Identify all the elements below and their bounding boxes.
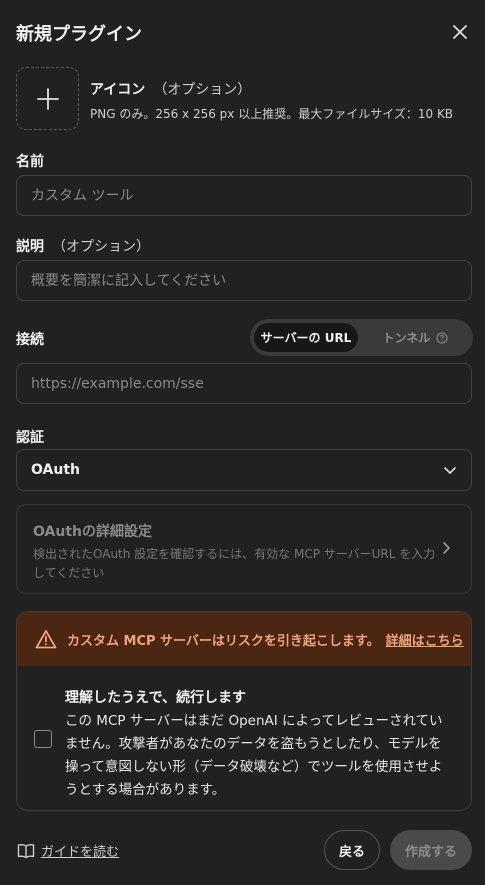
close-icon: [453, 25, 467, 39]
icon-hint: PNG のみ。256 x 256 px 以上推奨。最大ファイルサイズ：10 KB: [90, 107, 454, 121]
back-button[interactable]: 戻る: [324, 830, 380, 870]
risk-warning-banner: カスタム MCP サーバーはリスクを引き起こします。 詳細はこちら: [17, 612, 471, 666]
oauth-advanced-settings[interactable]: OAuthの詳細設定 検出されたOAuth 設定を確認するには、有効な MCP …: [16, 504, 472, 594]
auth-select[interactable]: OAuth: [16, 449, 472, 491]
connection-label: 接続: [16, 332, 44, 348]
oauth-settings-description: 検出されたOAuth 設定を確認するには、有効な MCP サーバーURL を入力…: [33, 547, 436, 580]
acknowledge-title: 理解したうえで、続行します: [65, 690, 247, 706]
icon-label: アイコン: [90, 82, 146, 98]
read-guide-label: ガイドを読む: [41, 845, 120, 860]
close-button[interactable]: [448, 20, 472, 44]
chevron-right-icon: [443, 542, 450, 554]
plus-icon: [36, 87, 59, 110]
tunnel-option[interactable]: トンネル: [362, 323, 469, 352]
auth-select-value: OAuth: [31, 462, 80, 478]
description-optional-label: （オプション）: [52, 239, 150, 255]
book-icon: [17, 843, 35, 858]
dialog-title: 新規プラグイン: [16, 24, 142, 45]
name-label: 名前: [16, 154, 44, 170]
description-heading: 説明 （オプション）: [16, 236, 150, 256]
read-guide-link[interactable]: ガイドを読む: [17, 841, 119, 860]
risk-warning-panel: カスタム MCP サーバーはリスクを引き起こします。 詳細はこちら 理解したうえ…: [16, 611, 472, 811]
server-url-option-label: サーバーの URL: [260, 331, 352, 345]
create-button[interactable]: 作成する: [390, 830, 472, 870]
icon-upload-button[interactable]: [16, 67, 79, 130]
acknowledge-description: この MCP サーバーはまだ OpenAI によってレビューされていません。攻撃…: [65, 713, 443, 798]
oauth-settings-title: OAuthの詳細設定: [33, 524, 152, 540]
chevron-down-icon: [444, 467, 456, 474]
icon-heading: アイコン （オプション）: [90, 79, 251, 99]
name-input[interactable]: [16, 175, 472, 216]
connection-type-toggle: サーバーの URL トンネル: [250, 319, 473, 356]
auth-label: 認証: [16, 430, 44, 446]
back-button-label: 戻る: [338, 844, 365, 860]
help-icon: [436, 332, 448, 344]
learn-more-link[interactable]: 詳細はこちら: [386, 630, 464, 649]
tunnel-option-label: トンネル: [382, 331, 431, 345]
description-label: 説明: [16, 239, 44, 255]
server-url-option[interactable]: サーバーの URL: [254, 323, 358, 352]
acknowledge-checkbox[interactable]: [34, 730, 52, 748]
warning-icon: [35, 630, 57, 649]
risk-warning-text: カスタム MCP サーバーはリスクを引き起こします。: [67, 633, 380, 649]
icon-optional-label: （オプション）: [153, 82, 252, 98]
server-url-input[interactable]: [16, 363, 472, 404]
new-plugin-dialog: 新規プラグイン アイコン （オプション） PNG のみ。256 x 256 px …: [0, 0, 485, 885]
create-button-label: 作成する: [404, 844, 457, 860]
description-input[interactable]: [16, 260, 472, 301]
